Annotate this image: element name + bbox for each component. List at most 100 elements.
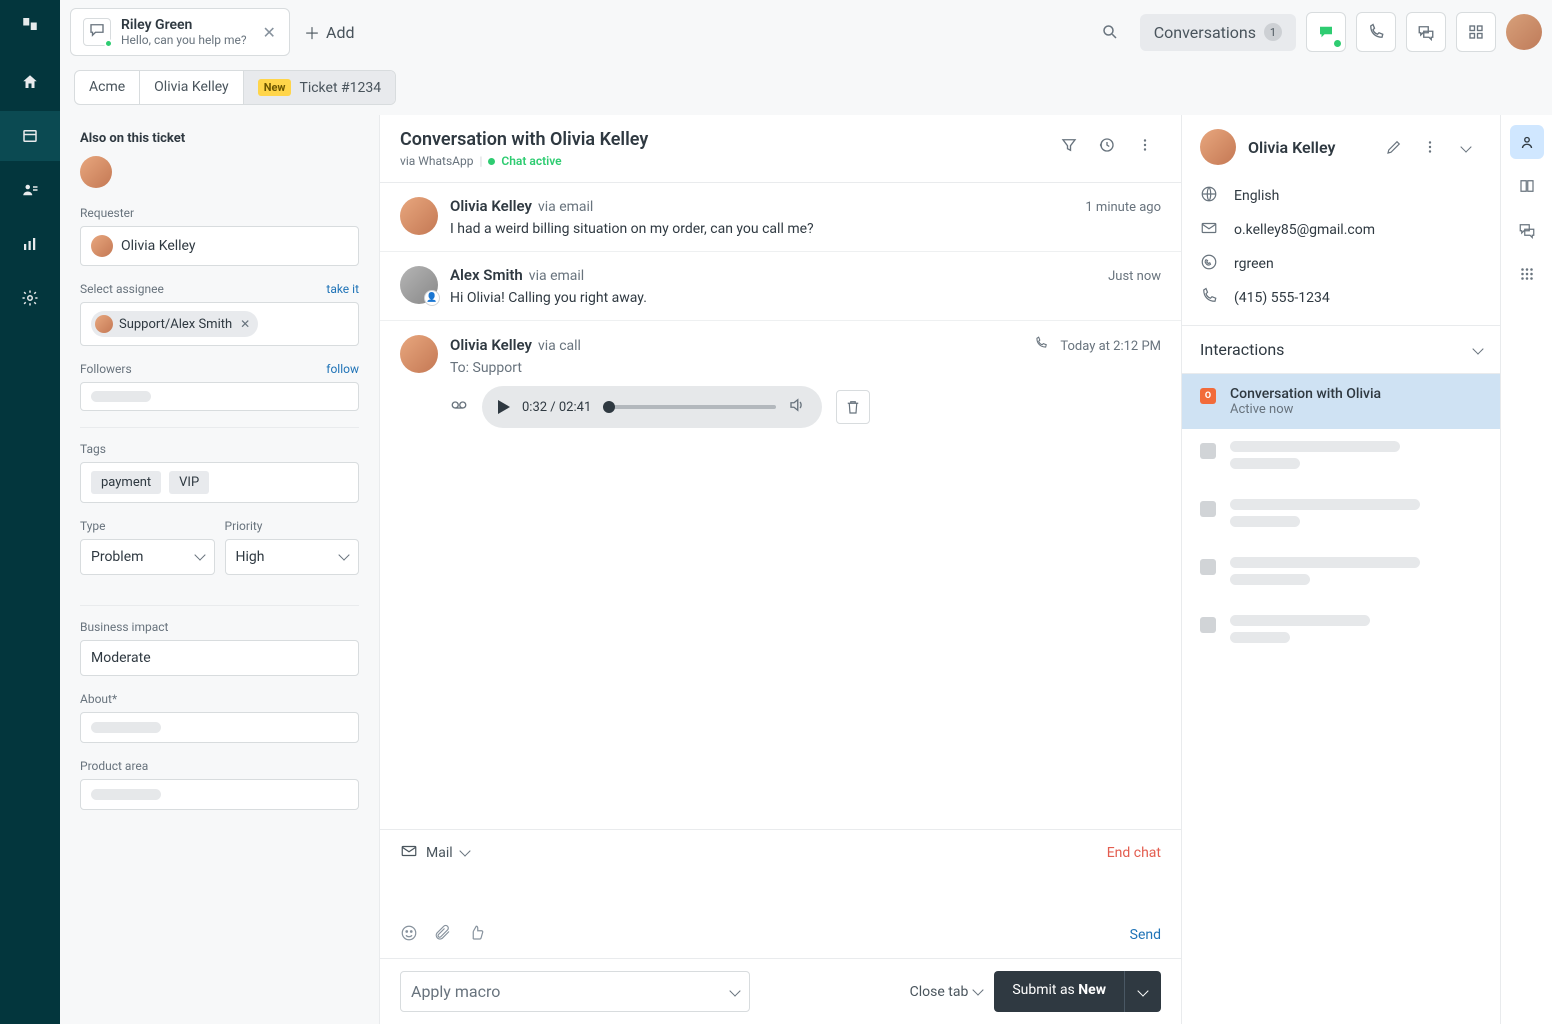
breadcrumb-org[interactable]: Acme bbox=[75, 71, 140, 104]
profile-avatar[interactable] bbox=[1506, 14, 1542, 50]
voicemail-icon bbox=[450, 396, 468, 418]
attachment-button[interactable] bbox=[434, 924, 452, 946]
requester-field[interactable]: Olivia Kelley bbox=[80, 226, 359, 266]
collapse-button[interactable] bbox=[1450, 131, 1482, 163]
chat-icon bbox=[88, 21, 106, 43]
chat-channel-button[interactable] bbox=[1306, 12, 1346, 52]
emoji-button[interactable] bbox=[400, 924, 418, 946]
nav-customers[interactable] bbox=[0, 165, 60, 215]
type-select[interactable]: Problem bbox=[80, 539, 215, 575]
plus-icon: ＋ bbox=[304, 20, 320, 44]
interaction-item-placeholder bbox=[1182, 545, 1500, 603]
submit-button-group: Submit as New bbox=[994, 971, 1161, 1012]
avatar-icon bbox=[91, 235, 113, 257]
send-link[interactable]: Send bbox=[1130, 927, 1161, 943]
message: Olivia Kelleyvia callToday at 2:12 PM To… bbox=[380, 321, 1181, 442]
filter-button[interactable] bbox=[1053, 129, 1085, 161]
close-tab-button[interactable]: Close tab bbox=[910, 984, 983, 1000]
interaction-item-active[interactable]: O Conversation with OliviaActive now bbox=[1182, 374, 1500, 429]
assignee-field[interactable]: Support/Alex Smith✕ bbox=[80, 302, 359, 346]
followers-field[interactable] bbox=[80, 382, 359, 411]
interaction-item-placeholder bbox=[1182, 487, 1500, 545]
ticket-properties-panel: Also on this ticket Requester Olivia Kel… bbox=[60, 115, 380, 1024]
history-button[interactable] bbox=[1091, 129, 1123, 161]
nav-reporting[interactable] bbox=[0, 219, 60, 269]
also-on-ticket-heading: Also on this ticket bbox=[80, 131, 359, 146]
tag-pill[interactable]: payment bbox=[91, 471, 161, 494]
remove-assignee-icon[interactable]: ✕ bbox=[240, 317, 250, 331]
more-options-button[interactable] bbox=[1414, 131, 1446, 163]
nav-views[interactable] bbox=[0, 111, 60, 161]
customer-avatar[interactable] bbox=[1200, 129, 1236, 165]
take-it-link[interactable]: take it bbox=[326, 282, 359, 296]
chevron-down-icon bbox=[1462, 138, 1470, 157]
play-button[interactable] bbox=[498, 400, 510, 414]
delete-recording-button[interactable] bbox=[836, 390, 870, 424]
apps-grid-button[interactable] bbox=[1456, 12, 1496, 52]
requester-label: Requester bbox=[80, 206, 359, 220]
active-dot-icon bbox=[488, 158, 495, 165]
viewer-avatar[interactable] bbox=[80, 156, 112, 188]
online-dot-icon bbox=[1334, 40, 1341, 47]
audio-seek-handle[interactable] bbox=[603, 401, 615, 413]
apply-macro-select[interactable]: Apply macro bbox=[400, 971, 750, 1012]
business-impact-select[interactable]: Moderate bbox=[80, 640, 359, 676]
assignee-pill[interactable]: Support/Alex Smith✕ bbox=[91, 311, 258, 337]
about-label: About* bbox=[80, 692, 359, 706]
chevron-down-icon bbox=[1474, 340, 1482, 359]
timeline-marker-icon bbox=[1200, 501, 1216, 517]
edit-button[interactable] bbox=[1378, 131, 1410, 163]
thumbs-up-button[interactable] bbox=[468, 924, 486, 946]
messaging-button[interactable] bbox=[1406, 12, 1446, 52]
conversation-title: Conversation with Olivia Kelley bbox=[400, 129, 648, 150]
breadcrumb-user[interactable]: Olivia Kelley bbox=[140, 71, 244, 104]
interactions-heading[interactable]: Interactions bbox=[1182, 325, 1500, 374]
priority-select[interactable]: High bbox=[225, 539, 360, 575]
end-chat-link[interactable]: End chat bbox=[1107, 845, 1161, 861]
type-label: Type bbox=[80, 519, 215, 533]
timeline-marker-icon bbox=[1200, 617, 1216, 633]
side-conversations-tab[interactable] bbox=[1510, 213, 1544, 247]
submit-button[interactable]: Submit as New bbox=[994, 971, 1124, 1012]
about-select[interactable] bbox=[80, 712, 359, 743]
volume-icon[interactable] bbox=[788, 396, 806, 418]
add-tab-button[interactable]: ＋Add bbox=[290, 12, 369, 52]
chevron-down-icon bbox=[1139, 982, 1147, 1001]
timeline-marker-icon bbox=[1200, 443, 1216, 459]
left-nav-rail bbox=[0, 0, 60, 1024]
whatsapp-icon bbox=[1200, 253, 1220, 275]
conversations-button[interactable]: Conversations1 bbox=[1140, 14, 1296, 51]
assignee-label: Select assignee bbox=[80, 282, 164, 296]
nav-admin[interactable] bbox=[0, 273, 60, 323]
chevron-down-icon bbox=[974, 984, 982, 1000]
close-tab-icon[interactable]: ✕ bbox=[263, 23, 276, 42]
handle-row: rgreen bbox=[1182, 247, 1500, 281]
breadcrumb-ticket[interactable]: New Ticket #1234 bbox=[244, 71, 395, 104]
audio-seek-track[interactable] bbox=[603, 405, 776, 409]
mail-icon bbox=[1200, 219, 1220, 241]
product-area-select[interactable] bbox=[80, 779, 359, 810]
conversation-via: via WhatsApp bbox=[400, 154, 473, 168]
customer-name: Olivia Kelley bbox=[1248, 138, 1335, 157]
tags-field[interactable]: payment VIP bbox=[80, 462, 359, 503]
apps-tab[interactable] bbox=[1510, 257, 1544, 291]
workspace-tab[interactable]: Riley Green Hello, can you help me? ✕ bbox=[70, 8, 290, 56]
compose-channel[interactable]: Mail bbox=[426, 845, 453, 861]
chevron-down-icon[interactable] bbox=[461, 845, 469, 861]
follow-link[interactable]: follow bbox=[326, 362, 359, 376]
sender-avatar bbox=[400, 335, 438, 373]
message: 👤 Alex Smithvia emailJust now Hi Olivia!… bbox=[380, 252, 1181, 321]
talk-channel-button[interactable] bbox=[1356, 12, 1396, 52]
knowledge-tab[interactable] bbox=[1510, 169, 1544, 203]
search-button[interactable] bbox=[1090, 12, 1130, 52]
sender-avatar bbox=[400, 197, 438, 235]
interaction-item-placeholder bbox=[1182, 429, 1500, 487]
user-context-tab[interactable] bbox=[1510, 125, 1544, 159]
tag-pill[interactable]: VIP bbox=[169, 471, 209, 494]
submit-dropdown-button[interactable] bbox=[1124, 971, 1161, 1012]
language-row: English bbox=[1182, 179, 1500, 213]
message: Olivia Kelleyvia email1 minute ago I had… bbox=[380, 183, 1181, 252]
more-options-button[interactable] bbox=[1129, 129, 1161, 161]
tags-label: Tags bbox=[80, 442, 359, 456]
nav-home[interactable] bbox=[0, 57, 60, 107]
